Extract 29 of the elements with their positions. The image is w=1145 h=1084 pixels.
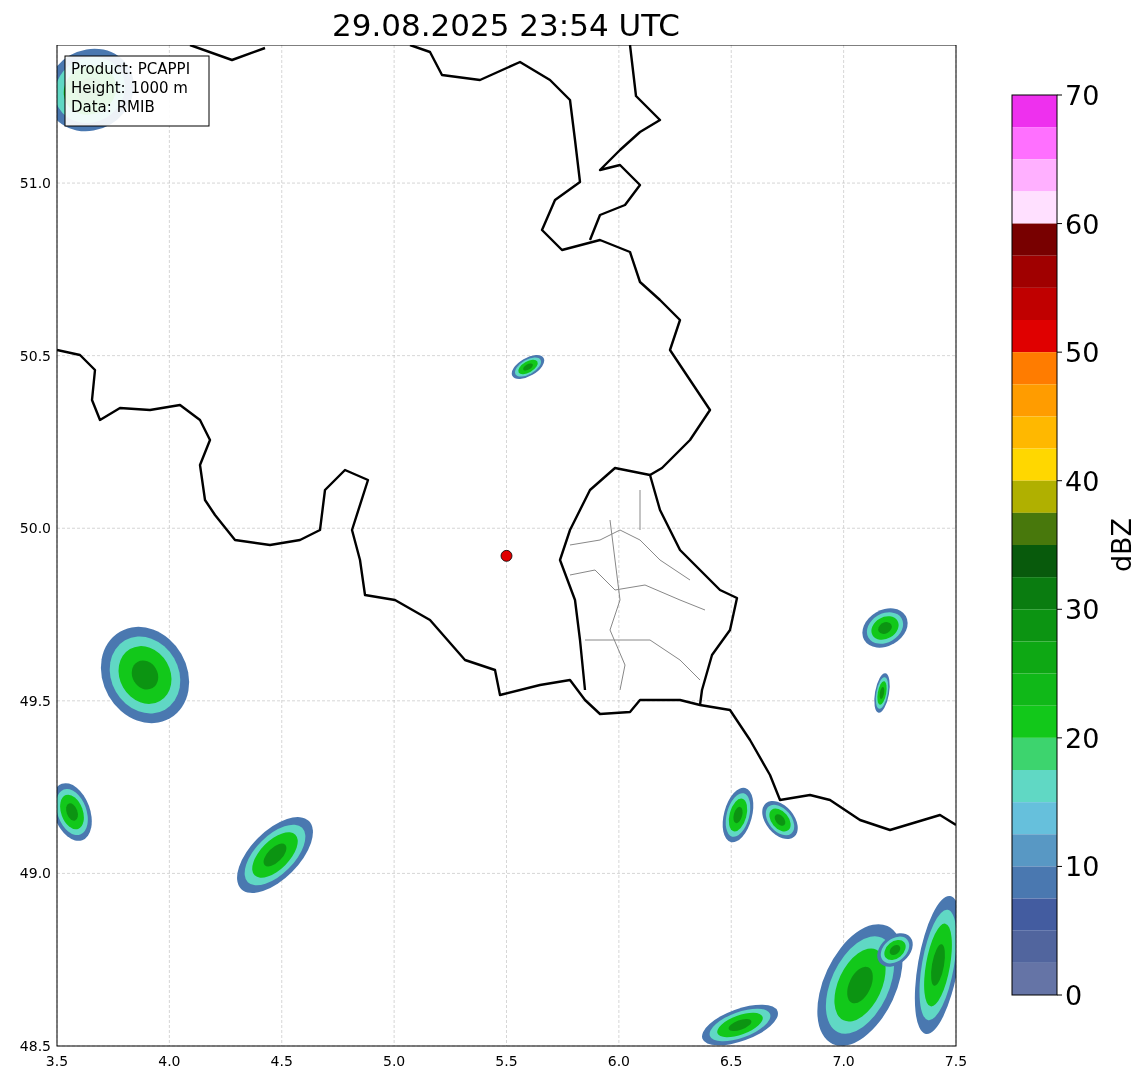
info-text: Height: 1000 m <box>71 79 188 97</box>
colorbar-tick-label: 50 <box>1065 337 1100 369</box>
colorbar-tick-label: 60 <box>1065 208 1100 240</box>
colorbar-tick-label: 30 <box>1065 594 1100 626</box>
colorbar-tick-label: 40 <box>1065 465 1100 497</box>
chart-title: 29.08.2025 23:54 UTC <box>331 6 681 45</box>
y-tick-label: 50.5 <box>19 347 51 364</box>
x-tick-label: 6.0 <box>607 1053 630 1069</box>
info-text: Data: RMIB <box>71 98 155 116</box>
y-tick-label: 48.5 <box>19 1038 51 1054</box>
y-tick-label: 49.5 <box>19 692 51 709</box>
x-tick-label: 3.5 <box>45 1053 69 1069</box>
x-tick-label: 7.0 <box>832 1053 855 1069</box>
colorbar-tick-label: 70 <box>1065 80 1100 111</box>
colorbar-tick-label: 20 <box>1065 722 1100 754</box>
x-tick-label: 5.0 <box>383 1053 406 1069</box>
y-tick-label: 49.0 <box>19 865 51 882</box>
info-text: Product: PCAPPI <box>71 60 191 78</box>
colorbar-tick-label: 10 <box>1065 851 1100 883</box>
radar-site-marker <box>500 549 513 562</box>
x-tick-label: 7.5 <box>944 1053 968 1069</box>
x-tick-label: 5.5 <box>495 1053 518 1069</box>
y-tick-label: 51.0 <box>19 175 51 192</box>
colorbar-tick-label: 0 <box>1065 980 1083 1011</box>
colorbar-label: dBZ <box>1106 517 1137 573</box>
y-tick-label: 50.0 <box>19 520 51 537</box>
x-tick-label: 4.0 <box>158 1053 181 1069</box>
x-tick-label: 4.5 <box>270 1053 293 1069</box>
x-tick-label: 6.5 <box>720 1053 743 1069</box>
